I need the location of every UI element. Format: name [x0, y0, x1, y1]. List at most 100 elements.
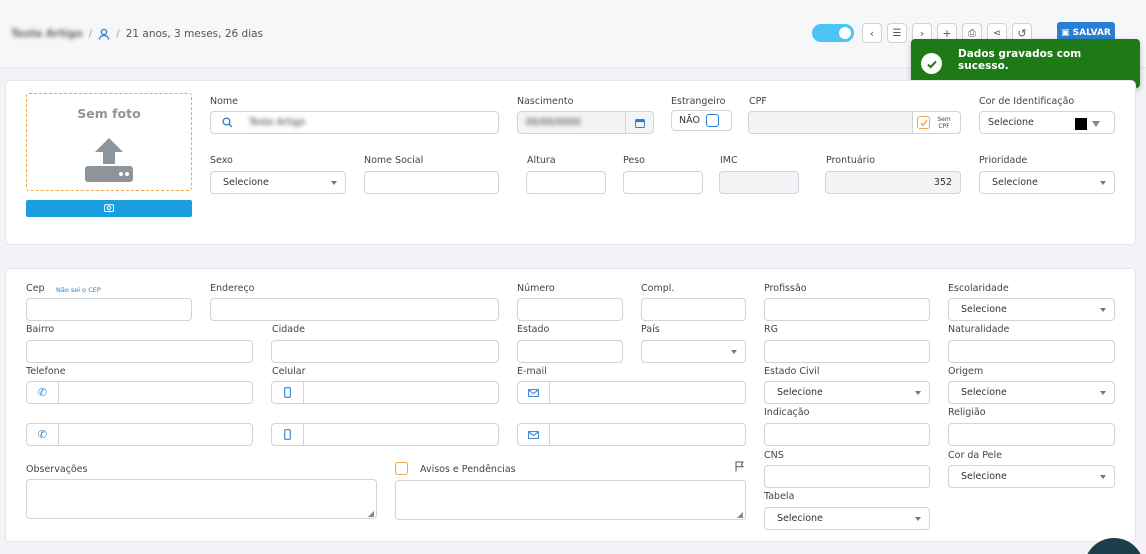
estado-civil-label: Estado Civil	[764, 366, 820, 377]
avisos-textarea[interactable]: ◢	[395, 480, 746, 520]
cpf-input[interactable]: Sem CPF	[748, 111, 961, 134]
nome-label: Nome	[210, 96, 239, 107]
cep-link[interactable]: Não sei o CEP	[56, 286, 101, 294]
origem-value: Selecione	[961, 387, 1007, 398]
estrangeiro-checkbox[interactable]	[706, 114, 719, 127]
profissao-input[interactable]	[764, 298, 930, 321]
toast-message: Dados gravados com sucesso.	[958, 48, 1082, 72]
pais-label: País	[641, 324, 660, 335]
telefone-input-2[interactable]: ✆	[26, 423, 253, 446]
pais-select[interactable]	[641, 340, 746, 363]
breadcrumb-patient-name[interactable]: Teste Artigo	[11, 28, 83, 40]
telefone-label: Telefone	[26, 366, 66, 377]
cep-label: Cep	[26, 283, 45, 294]
photo-placeholder[interactable]: Sem foto	[26, 93, 192, 191]
cns-label: CNS	[764, 450, 784, 461]
chevron-down-icon	[1100, 475, 1106, 479]
resize-handle-icon[interactable]: ◢	[737, 510, 743, 519]
estado-input[interactable]	[517, 340, 623, 363]
numero-label: Número	[517, 283, 555, 294]
bairro-input[interactable]	[26, 340, 253, 363]
estrangeiro-toggle[interactable]: NÃO	[671, 110, 732, 131]
phone-icon: ✆	[27, 382, 59, 403]
phone-icon: ✆	[27, 424, 59, 445]
envelope-icon	[518, 382, 550, 403]
prev-button[interactable]: ‹	[862, 23, 882, 43]
nascimento-label: Nascimento	[517, 96, 574, 107]
tabela-label: Tabela	[764, 491, 795, 502]
chevron-down-icon	[331, 181, 337, 185]
list-icon: ☰	[892, 27, 902, 39]
nascimento-input[interactable]: 00/00/0000	[517, 111, 654, 134]
nome-social-input[interactable]	[364, 171, 499, 194]
avisos-checkbox[interactable]	[395, 462, 408, 475]
cidade-input[interactable]	[271, 340, 499, 363]
altura-input[interactable]	[526, 171, 606, 194]
endereco-input[interactable]	[210, 298, 499, 321]
prontuario-input: 352	[825, 171, 961, 194]
religiao-input[interactable]	[948, 423, 1115, 446]
email-label: E-mail	[517, 366, 547, 377]
cep-input[interactable]	[26, 298, 192, 321]
printer-icon: ⎙	[968, 27, 976, 39]
profissao-label: Profissão	[764, 283, 807, 294]
mobile-icon	[272, 424, 304, 445]
cor-pele-label: Cor da Pele	[948, 450, 1002, 461]
rg-label: RG	[764, 324, 778, 335]
toggle-knob	[839, 27, 851, 39]
indicacao-input[interactable]	[764, 423, 930, 446]
tabela-select[interactable]: Selecione	[764, 507, 930, 530]
bairro-label: Bairro	[26, 324, 55, 335]
email-input-2[interactable]	[517, 423, 746, 446]
nome-input[interactable]: Teste Artigo	[210, 111, 499, 134]
escolaridade-select[interactable]: Selecione	[948, 298, 1115, 321]
indicacao-label: Indicação	[764, 407, 810, 418]
naturalidade-label: Naturalidade	[948, 324, 1010, 335]
celular-input-2[interactable]	[271, 423, 499, 446]
rg-input[interactable]	[764, 340, 930, 363]
active-toggle[interactable]	[812, 24, 854, 42]
observacoes-label: Observações	[26, 464, 88, 475]
estrangeiro-label: Estrangeiro	[671, 96, 726, 107]
save-button-label: SALVAR	[1072, 28, 1111, 38]
naturalidade-input[interactable]	[948, 340, 1115, 363]
prioridade-select[interactable]: Selecione	[979, 171, 1115, 194]
chevron-right-icon: ›	[919, 26, 925, 40]
caret-down-icon	[1092, 121, 1100, 127]
cor-pele-select[interactable]: Selecione	[948, 465, 1115, 488]
chevron-down-icon	[1100, 391, 1106, 395]
numero-input[interactable]	[517, 298, 623, 321]
resize-handle-icon[interactable]: ◢	[368, 509, 374, 518]
compl-input[interactable]	[641, 298, 746, 321]
peso-label: Peso	[623, 155, 645, 166]
search-icon	[211, 112, 243, 133]
sem-cpf-checkbox[interactable]	[917, 116, 930, 129]
chevron-down-icon	[915, 517, 921, 521]
estado-civil-select[interactable]: Selecione	[764, 381, 930, 404]
prioridade-value: Selecione	[992, 177, 1038, 188]
celular-input-1[interactable]	[271, 381, 499, 404]
cor-select[interactable]: Selecione	[979, 111, 1115, 134]
calendar-icon[interactable]	[625, 112, 653, 133]
estrangeiro-value: NÃO	[679, 115, 700, 126]
chevron-left-icon: ‹	[869, 26, 875, 40]
camera-button[interactable]	[26, 200, 192, 217]
email-input-1[interactable]	[517, 381, 746, 404]
cns-input[interactable]	[764, 465, 930, 488]
origem-label: Origem	[948, 366, 984, 377]
sexo-select[interactable]: Selecione	[210, 171, 346, 194]
peso-input[interactable]	[623, 171, 703, 194]
observacoes-textarea[interactable]: ◢	[26, 479, 377, 519]
list-button[interactable]: ☰	[887, 23, 907, 43]
flag-icon[interactable]	[735, 461, 745, 475]
endereco-label: Endereço	[210, 283, 255, 294]
sexo-label: Sexo	[210, 155, 233, 166]
origem-select[interactable]: Selecione	[948, 381, 1115, 404]
sexo-value: Selecione	[223, 177, 269, 188]
user-icon	[98, 28, 110, 40]
plus-icon: +	[942, 26, 952, 40]
escolaridade-label: Escolaridade	[948, 283, 1009, 294]
altura-label: Altura	[527, 155, 556, 166]
nome-value: Teste Artigo	[249, 117, 306, 128]
telefone-input-1[interactable]: ✆	[26, 381, 253, 404]
